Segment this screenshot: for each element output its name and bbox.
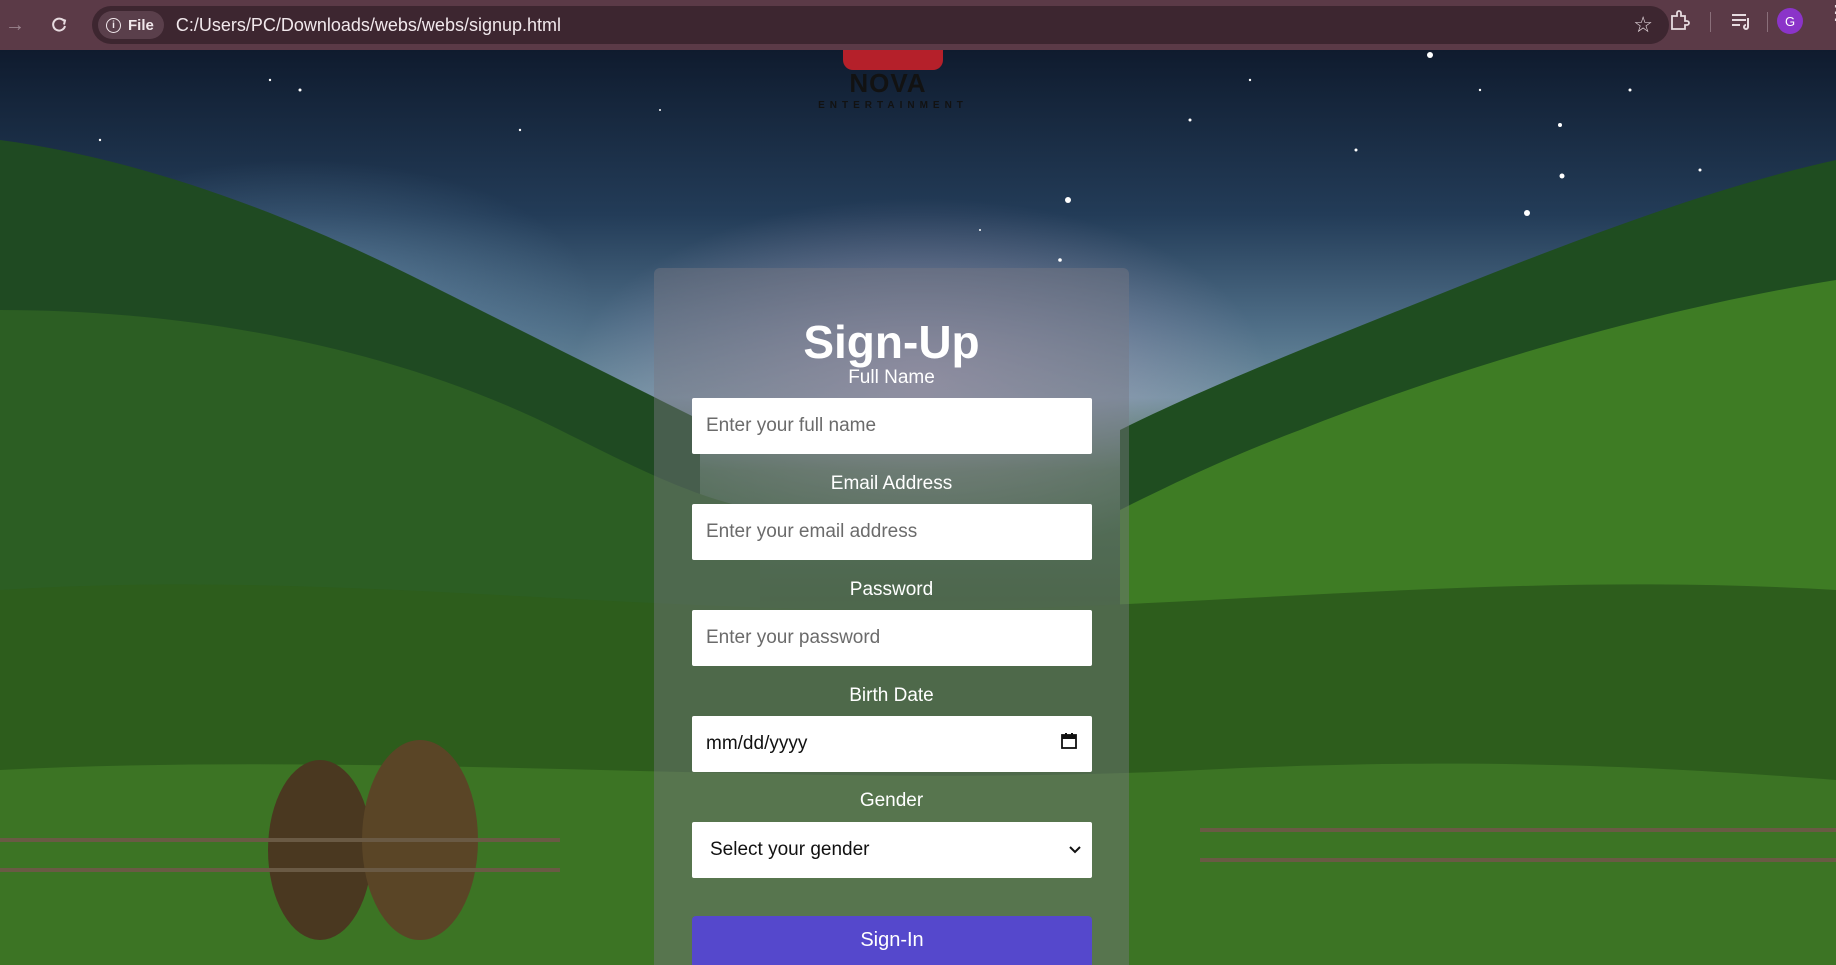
chevron-down-icon [1068,839,1082,861]
bookmark-star-icon[interactable]: ☆ [1633,12,1653,38]
gender-selected-value: Select your gender [710,839,870,860]
gender-label: Gender [859,790,924,811]
full-name-label: Full Name [848,367,935,388]
browser-toolbar: → i File C:/Users/PC/Downloads/webs/webs… [0,0,1836,50]
logo-name: NOVA [849,68,927,98]
email-label: Email Address [830,473,953,494]
nova-logo: NOVA ENTERTAINMENT [813,50,973,116]
profile-avatar[interactable]: G [1777,8,1803,34]
password-input[interactable] [692,610,1092,666]
browser-menu-icon[interactable]: ⋮ [1826,3,1836,23]
sign-in-button[interactable]: Sign-In [692,916,1092,965]
gender-select[interactable]: Select your gender [692,822,1092,878]
birth-date-input[interactable]: mm/dd/yyyy [692,716,1092,772]
toolbar-divider [1710,12,1711,32]
logo-tagline: ENTERTAINMENT [818,100,968,111]
full-name-input[interactable] [692,398,1092,454]
url-text[interactable]: C:/Users/PC/Downloads/webs/webs/signup.h… [176,15,561,36]
media-queue-icon[interactable] [1730,10,1752,37]
birth-date-value: mm/dd/yyyy [706,733,808,754]
info-icon: i [106,17,121,33]
forward-arrow-icon[interactable]: → [2,12,28,38]
reload-icon[interactable] [46,12,72,38]
site-info-chip[interactable]: i File [98,11,164,39]
address-bar[interactable]: i File C:/Users/PC/Downloads/webs/webs/s… [92,6,1669,44]
file-chip-label: File [128,16,154,34]
extensions-icon[interactable] [1666,8,1692,34]
page-title: Sign-Up [803,316,980,368]
logo-emblem [843,50,943,70]
email-input[interactable] [692,504,1092,560]
toolbar-divider [1767,12,1768,32]
birth-date-label: Birth Date [849,685,934,706]
password-label: Password [849,579,934,600]
calendar-icon[interactable] [1060,732,1078,756]
